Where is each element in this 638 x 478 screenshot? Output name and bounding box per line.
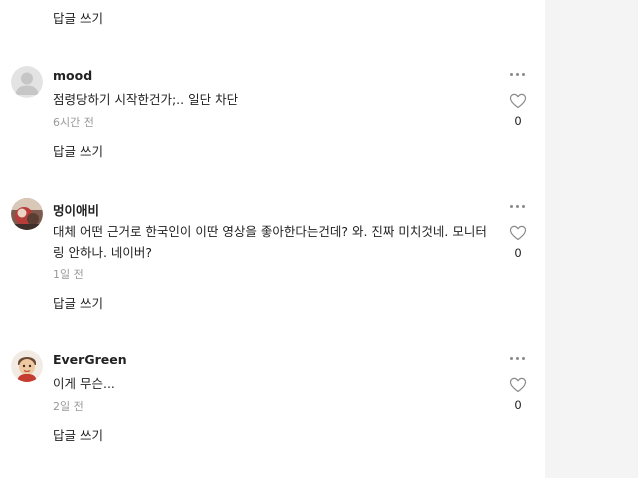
comment-time: 6시간 전 bbox=[53, 116, 94, 129]
more-options-icon[interactable] bbox=[508, 69, 528, 81]
heart-icon[interactable] bbox=[509, 93, 527, 109]
user-avatar bbox=[11, 350, 43, 382]
comment-time: 2일 전 bbox=[53, 400, 84, 413]
comment-item: 멍이애비 대체 어떤 근거로 한국인이 이딴 영상을 좋아한다는건데? 와. 진… bbox=[0, 198, 545, 318]
reply-button[interactable]: 답글 쓰기 bbox=[53, 293, 103, 312]
like-count: 0 bbox=[514, 114, 522, 128]
reply-button[interactable]: 답글 쓰기 bbox=[53, 425, 103, 444]
comment-text: 이게 무슨... bbox=[53, 376, 115, 391]
comment-time: 1일 전 bbox=[53, 268, 84, 281]
reply-button[interactable]: 답글 쓰기 bbox=[53, 8, 103, 27]
more-options-icon[interactable] bbox=[508, 353, 528, 365]
more-options-icon[interactable] bbox=[508, 201, 528, 213]
like-count: 0 bbox=[514, 398, 522, 412]
comment-text: 대체 어떤 근거로 한국인이 이딴 영상을 좋아한다는건데? 와. 진짜 미치것… bbox=[53, 224, 487, 260]
side-panel bbox=[545, 0, 638, 478]
default-user-icon bbox=[11, 66, 43, 98]
heart-icon[interactable] bbox=[509, 377, 527, 393]
comment-item: mood 점령당하기 시작한건가;.. 일단 차단 6시간 전 0 답글 쓰기 bbox=[0, 66, 545, 166]
heart-icon[interactable] bbox=[509, 225, 527, 241]
like-count: 0 bbox=[514, 246, 522, 260]
comment-item: EverGreen 이게 무슨... 2일 전 0 답글 쓰기 bbox=[0, 350, 545, 450]
comment-author[interactable]: 멍이애비 bbox=[53, 200, 99, 219]
comment-author[interactable]: mood bbox=[53, 68, 92, 83]
comment-author[interactable]: EverGreen bbox=[53, 352, 127, 367]
reply-button[interactable]: 답글 쓰기 bbox=[53, 141, 103, 160]
comment-section: 답글 쓰기 mood 점령당하기 시작한건가;.. 일단 차단 6시간 전 0 … bbox=[0, 0, 545, 478]
user-avatar bbox=[11, 198, 43, 230]
comment-text: 점령당하기 시작한건가;.. 일단 차단 bbox=[53, 92, 239, 107]
